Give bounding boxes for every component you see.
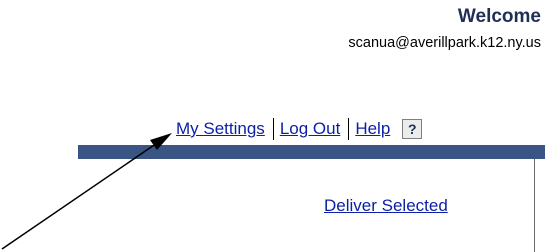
annotation-arrow-icon bbox=[1, 133, 172, 250]
